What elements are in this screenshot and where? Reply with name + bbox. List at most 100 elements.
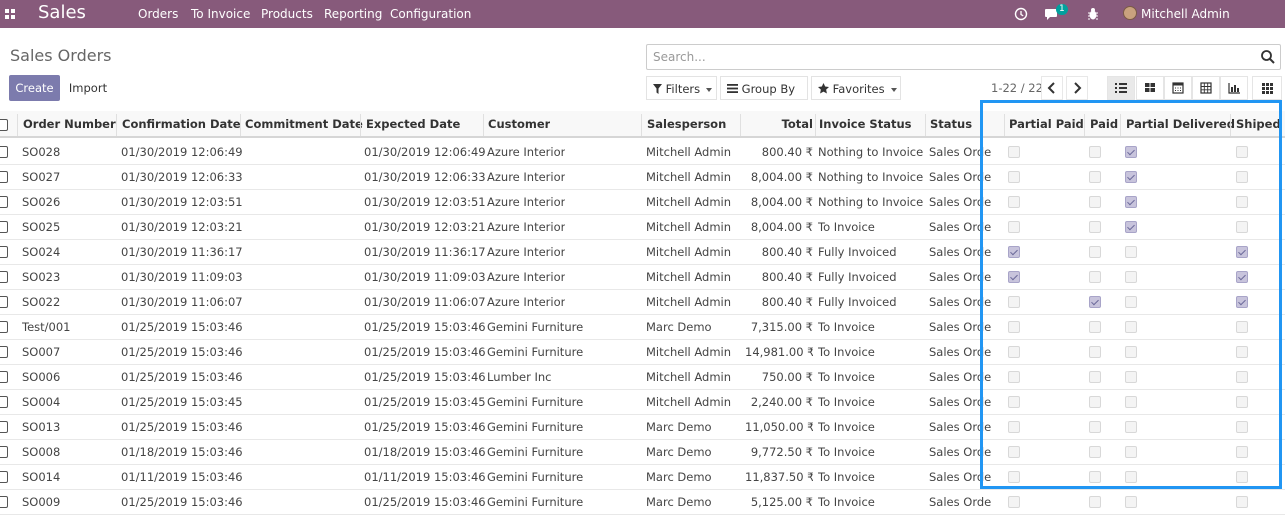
filter-icon (653, 84, 662, 94)
confirmation-date-cell: 01/30/2019 12:03:51 (121, 195, 243, 209)
salesperson-cell: Mitchell Admin (646, 395, 732, 409)
expected-date-cell: 01/30/2019 12:03:51 (364, 195, 486, 209)
apps-grid-icon[interactable] (5, 9, 15, 19)
total-cell: 8,004.00 ₹ (750, 220, 813, 234)
row-select-checkbox[interactable] (0, 171, 8, 183)
group-by-bars-icon (727, 84, 738, 93)
search-icon[interactable] (1260, 49, 1276, 65)
customer-cell: Azure Interior (487, 195, 566, 209)
pager-next-button[interactable] (1066, 76, 1088, 100)
table-row[interactable]: SO009 01/25/2019 15:03:46 01/25/2019 15:03… (0, 490, 1285, 515)
invoice-status-cell: Fully Invoiced (818, 270, 897, 284)
pivot-view-button[interactable] (1192, 76, 1220, 100)
customer-cell: Azure Interior (487, 145, 566, 159)
user-avatar[interactable] (1123, 6, 1137, 20)
expected-date-cell: 01/25/2019 15:03:46 (364, 495, 486, 509)
import-button[interactable]: Import (64, 75, 112, 101)
customer-cell: Azure Interior (487, 170, 566, 184)
group-by-dropdown[interactable]: Group By (720, 76, 808, 116)
confirmation-date-cell: 01/18/2019 15:03:46 (121, 445, 243, 459)
select-all-checkbox[interactable] (0, 119, 8, 131)
row-select-checkbox[interactable] (0, 371, 8, 383)
partial-delivered-checkbox (1125, 496, 1137, 508)
page-title: Sales Orders (10, 46, 112, 65)
salesperson-cell: Mitchell Admin (646, 370, 732, 384)
order-number-cell: SO027 (22, 170, 61, 184)
pager-previous-button[interactable] (1041, 76, 1063, 100)
customer-cell: Azure Interior (487, 295, 566, 309)
row-select-checkbox[interactable] (0, 296, 8, 308)
row-select-checkbox[interactable] (0, 246, 8, 258)
calendar-view-button[interactable] (1164, 76, 1192, 100)
menu-configuration[interactable]: Configuration (390, 0, 471, 28)
invoice-status-cell: To Invoice (818, 470, 875, 484)
favorites-dropdown[interactable]: Favorites (811, 76, 901, 100)
total-cell: 8,004.00 ₹ (750, 195, 813, 209)
total-cell: 800.40 ₹ (761, 145, 813, 159)
row-select-checkbox[interactable] (0, 321, 8, 333)
chevron-down-icon (706, 87, 713, 92)
order-number-cell: SO006 (22, 370, 61, 384)
confirmation-date-cell: 01/30/2019 12:06:33 (121, 170, 243, 184)
chat-icon[interactable] (1044, 0, 1059, 28)
customer-cell: Lumber Inc (487, 370, 552, 384)
row-select-checkbox[interactable] (0, 421, 8, 433)
row-select-checkbox[interactable] (0, 146, 8, 158)
invoice-status-cell: To Invoice (818, 345, 875, 359)
expected-date-cell: 01/11/2019 15:03:46 (364, 470, 486, 484)
row-select-checkbox[interactable] (0, 396, 8, 408)
filters-dropdown[interactable]: Filters (646, 76, 717, 100)
search-input[interactable]: Search... (646, 44, 1281, 70)
create-button[interactable]: Create (9, 75, 60, 101)
total-cell: 800.40 ₹ (761, 245, 813, 259)
list-view-button[interactable] (1107, 76, 1135, 100)
invoice-status-cell: Fully Invoiced (818, 245, 897, 259)
debug-bug-icon[interactable] (1087, 0, 1099, 28)
salesperson-cell: Marc Demo (646, 445, 712, 459)
salesperson-cell: Mitchell Admin (646, 345, 732, 359)
grid-icon (1262, 83, 1273, 94)
app-brand[interactable]: Sales (38, 1, 86, 25)
menu-reporting[interactable]: Reporting (324, 0, 382, 28)
kanban-view-button[interactable] (1136, 76, 1164, 100)
confirmation-date-cell: 01/25/2019 15:03:46 (121, 420, 243, 434)
pager-value[interactable]: 1-22 / 22 (991, 76, 1043, 100)
confirmation-date-cell: 01/25/2019 15:03:46 (121, 370, 243, 384)
confirmation-date-cell: 01/25/2019 15:03:45 (121, 395, 243, 409)
menu-orders[interactable]: Orders (138, 0, 178, 28)
salesperson-cell: Marc Demo (646, 495, 712, 509)
graph-view-button[interactable] (1220, 76, 1248, 100)
customer-cell: Gemini Furniture (487, 470, 584, 484)
row-select-checkbox[interactable] (0, 271, 8, 283)
menu-products[interactable]: Products (261, 0, 313, 28)
order-number-cell: SO028 (22, 145, 61, 159)
dashboard-view-button[interactable] (1252, 76, 1282, 100)
row-select-checkbox[interactable] (0, 496, 8, 508)
clock-icon[interactable] (1014, 0, 1028, 28)
col-expected-date[interactable]: Expected Date (366, 111, 460, 138)
col-status[interactable]: Status (930, 111, 972, 138)
col-salesperson[interactable]: Salesperson (647, 111, 726, 138)
col-invoice-status[interactable]: Invoice Status (819, 111, 912, 138)
col-order-number[interactable]: Order Number (23, 111, 116, 138)
row-select-checkbox[interactable] (0, 346, 8, 358)
menu-to-invoice[interactable]: To Invoice (191, 0, 250, 28)
group-by-label: Group By (741, 82, 796, 96)
col-customer[interactable]: Customer (488, 111, 550, 138)
search-placeholder: Search... (653, 50, 706, 64)
favorites-label: Favorites (832, 82, 885, 96)
salesperson-cell: Mitchell Admin (646, 295, 732, 309)
order-number-cell: SO014 (22, 470, 61, 484)
order-number-cell: SO008 (22, 445, 61, 459)
col-commitment-date[interactable]: Commitment Date (245, 111, 363, 138)
col-confirmation-date[interactable]: Confirmation Date (122, 111, 241, 138)
row-select-checkbox[interactable] (0, 446, 8, 458)
customer-cell: Azure Interior (487, 270, 566, 284)
salesperson-cell: Mitchell Admin (646, 270, 732, 284)
confirmation-date-cell: 01/30/2019 11:06:07 (121, 295, 243, 309)
col-total[interactable]: Total (745, 111, 813, 138)
row-select-checkbox[interactable] (0, 196, 8, 208)
order-number-cell: SO025 (22, 220, 61, 234)
row-select-checkbox[interactable] (0, 221, 8, 233)
row-select-checkbox[interactable] (0, 471, 8, 483)
